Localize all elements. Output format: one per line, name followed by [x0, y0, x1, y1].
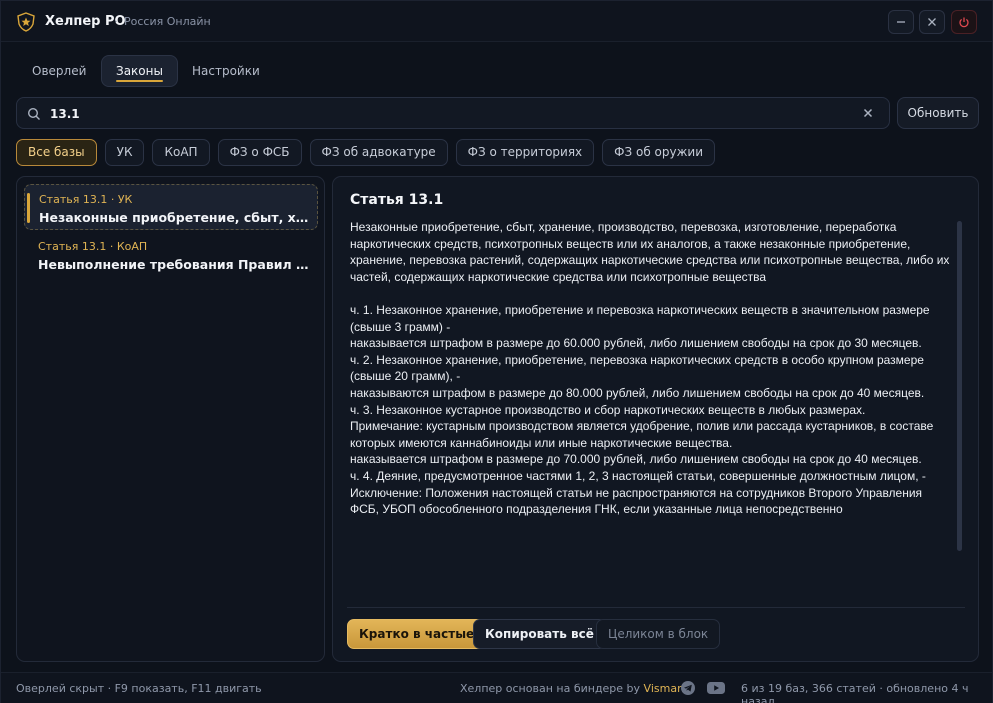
youtube-icon[interactable]: [707, 681, 725, 695]
divider: [347, 607, 965, 608]
clear-icon[interactable]: [862, 107, 874, 119]
app-subtitle: Россия Онлайн: [124, 15, 211, 28]
list-item[interactable]: Статья 13.1 · КоАП Невыполнение требован…: [24, 232, 318, 278]
power-icon: [959, 17, 969, 28]
refresh-button[interactable]: Обновить: [897, 97, 979, 129]
filter-fz-weapons[interactable]: ФЗ об оружии: [602, 139, 716, 166]
article-panel: Статья 13.1 Незаконные приобретение, сбы…: [332, 176, 979, 662]
filter-fz-territories[interactable]: ФЗ о территориях: [455, 139, 595, 166]
tab-settings[interactable]: Настройки: [178, 55, 274, 87]
search-box[interactable]: [16, 97, 890, 129]
active-tab-underline: [116, 80, 163, 82]
list-item-title: Невыполнение требования Правил дорожного…: [38, 257, 310, 272]
close-button[interactable]: [919, 10, 945, 34]
credit-text: Хелпер основан на биндере by Visman: [460, 682, 684, 695]
filter-chips: Все базы УК КоАП ФЗ о ФСБ ФЗ об адвокату…: [16, 139, 716, 166]
list-item[interactable]: Статья 13.1 · УК Незаконные приобретение…: [24, 184, 318, 230]
scrollbar-thumb[interactable]: [957, 221, 962, 551]
filter-koap[interactable]: КоАП: [152, 139, 210, 166]
tab-overlay[interactable]: Оверлей: [18, 55, 100, 87]
filter-uk[interactable]: УК: [104, 139, 145, 166]
close-icon: [928, 18, 936, 26]
list-item-meta: Статья 13.1 · КоАП: [38, 240, 148, 253]
database-stats: 6 из 19 баз, 366 статей · обновлено 4 ч …: [741, 682, 969, 703]
brief-button[interactable]: Кратко в частые: [347, 619, 487, 649]
filter-fz-advocacy[interactable]: ФЗ об адвокатуре: [309, 139, 448, 166]
title-separator: ·: [114, 15, 118, 28]
copy-all-button[interactable]: Копировать всё: [473, 619, 606, 649]
article-title: Статья 13.1: [350, 192, 444, 208]
status-bar: Оверлей скрыт · F9 показать, F11 двигать…: [1, 672, 992, 703]
power-button[interactable]: [951, 10, 977, 34]
credit-author-link[interactable]: Visman: [644, 682, 685, 695]
article-body[interactable]: Незаконные приобретение, сбыт, хранение,…: [350, 219, 950, 599]
title-bar[interactable]: Хелпер РО · Россия Онлайн: [1, 1, 992, 42]
credit-prefix: Хелпер основан на биндере by: [460, 682, 644, 695]
search-input[interactable]: [50, 104, 840, 124]
selection-indicator: [27, 193, 30, 223]
results-list: Статья 13.1 · УК Незаконные приобретение…: [16, 176, 325, 662]
to-block-button[interactable]: Целиком в блок: [596, 619, 721, 649]
search-icon: [27, 107, 40, 120]
minimize-button[interactable]: [888, 10, 914, 34]
star-shield-icon: [17, 12, 35, 32]
list-item-meta: Статья 13.1 · УК: [39, 193, 133, 206]
tab-laws[interactable]: Законы: [101, 55, 178, 87]
overlay-status: Оверлей скрыт · F9 показать, F11 двигать: [16, 682, 262, 695]
tab-laws-label: Законы: [116, 64, 163, 78]
telegram-icon[interactable]: [681, 681, 695, 695]
app-window: Хелпер РО · Россия Онлайн Оверлей Законы…: [0, 0, 993, 703]
filter-all[interactable]: Все базы: [16, 139, 97, 166]
filter-fz-fsb[interactable]: ФЗ о ФСБ: [217, 139, 302, 166]
minimize-icon: [897, 21, 905, 23]
list-item-title: Незаконные приобретение, сбыт, хранение,…: [39, 210, 311, 225]
